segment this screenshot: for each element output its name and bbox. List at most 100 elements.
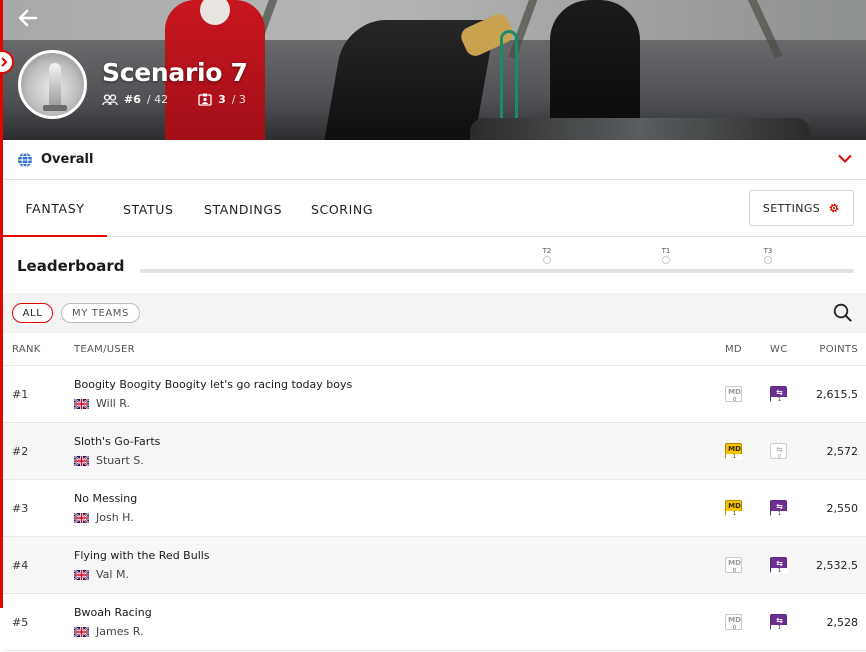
leaderboard-header: Leaderboard T2 T1 T3: [3, 237, 866, 293]
league-rank-group: #6 / 42: [102, 93, 168, 106]
chip-label: MD: [728, 388, 741, 396]
globe-icon: [18, 152, 32, 167]
uk-flag-icon: [74, 398, 89, 409]
tab-standings[interactable]: STANDINGS: [204, 181, 282, 237]
overall-label: Overall: [41, 152, 94, 167]
chip-count: 0: [777, 454, 782, 460]
back-arrow-icon[interactable]: [18, 9, 38, 31]
uk-flag-icon: [74, 512, 89, 523]
row-user: Will R.: [74, 397, 130, 410]
column-points: POINTS: [819, 344, 858, 355]
row-team-name[interactable]: No Messing: [74, 492, 137, 505]
table-row[interactable]: #4 Flying with the Red Bulls Val M. MD 0…: [3, 537, 866, 594]
row-user-name: Val M.: [96, 568, 129, 581]
wildcard-chip-icon: ⇆ 0: [770, 443, 787, 460]
tab-status[interactable]: STATUS: [123, 181, 174, 237]
chip-label: ⇆: [776, 501, 783, 511]
row-team-name[interactable]: Boogity Boogity Boogity let's go racing …: [74, 378, 352, 391]
league-rank: #6: [124, 93, 141, 106]
search-icon[interactable]: [833, 303, 852, 322]
row-team-name[interactable]: Bwoah Racing: [74, 606, 152, 619]
row-rank: #4: [12, 559, 29, 572]
tab-scoring[interactable]: SCORING: [311, 181, 373, 237]
users-icon: [102, 93, 118, 105]
league-title: Scenario 7: [102, 58, 248, 87]
row-user: Stuart S.: [74, 454, 144, 467]
uk-flag-icon: [74, 569, 89, 580]
team-badge-icon: [198, 93, 212, 106]
wildcard-chip-icon: ⇆ 1: [770, 500, 788, 517]
chip-label: ⇆: [776, 615, 783, 625]
megadriver-chip-icon: MD 0: [725, 557, 742, 574]
row-points: 2,550: [826, 502, 859, 515]
uk-flag-icon: [74, 626, 89, 637]
accent-edge-bar: [0, 0, 3, 608]
column-team-user: TEAM/USER: [74, 344, 135, 355]
teams-used: 3: [218, 93, 226, 106]
wildcard-chip-icon: ⇆ 1: [770, 386, 788, 403]
row-rank: #1: [12, 388, 29, 401]
table-row[interactable]: #1 Boogity Boogity Boogity let's go raci…: [3, 366, 866, 423]
timeline-marker-t2: T2: [537, 247, 557, 264]
leaderboard-filters: ALL MY TEAMS: [3, 293, 866, 333]
chip-count: 1: [771, 568, 788, 574]
chip-label: ⇆: [776, 558, 783, 568]
row-user-name: James R.: [96, 625, 144, 638]
row-points: 2,572: [826, 445, 859, 458]
wildcard-chip-icon: ⇆ 1: [770, 557, 788, 574]
filter-all-pill[interactable]: ALL: [12, 303, 53, 323]
chip-count: 0: [732, 397, 737, 403]
chip-label: ⇆: [776, 444, 783, 454]
row-team-name[interactable]: Sloth's Go-Farts: [74, 435, 160, 448]
chip-label: MD: [728, 502, 741, 510]
row-user-name: Josh H.: [96, 511, 134, 524]
timeline-marker-t1: T1: [656, 247, 676, 264]
chip-label: MD: [728, 559, 741, 567]
chip-count: 1: [771, 625, 788, 631]
table-row[interactable]: #3 No Messing Josh H. MD 1 ⇆ 1 2,550: [3, 480, 866, 537]
row-points: 2,615.5: [816, 388, 858, 401]
column-md: MD: [725, 344, 742, 355]
row-team-name[interactable]: Flying with the Red Bulls: [74, 549, 210, 562]
row-rank: #3: [12, 502, 29, 515]
megadriver-chip-icon: MD 0: [725, 386, 742, 403]
leaderboard-title: Leaderboard: [17, 257, 125, 275]
row-rank: #2: [12, 445, 29, 458]
wildcard-chip-icon: ⇆ 1: [770, 614, 788, 631]
league-trophy-avatar: [18, 50, 87, 119]
chip-count: 1: [771, 397, 788, 403]
chip-count: 0: [732, 568, 737, 574]
chip-count: 1: [771, 511, 788, 517]
row-user: James R.: [74, 625, 143, 638]
chip-label: ⇆: [776, 387, 783, 397]
timeline-marker-t3: T3: [758, 247, 778, 264]
row-points: 2,528: [826, 616, 859, 629]
chevron-right-icon: [1, 57, 8, 67]
megadriver-chip-icon: MD 1: [725, 443, 743, 460]
league-total-teams: / 42: [146, 93, 169, 106]
chip-count: 1: [726, 511, 743, 517]
row-rank: #5: [12, 616, 29, 629]
gear-icon: [829, 203, 839, 213]
row-user-name: Will R.: [96, 397, 131, 410]
filter-my-teams-pill[interactable]: MY TEAMS: [61, 303, 140, 323]
marker-label: T2: [542, 247, 552, 255]
table-row[interactable]: #5 Bwoah Racing James R. MD 0 ⇆ 1 2,528: [3, 594, 866, 651]
uk-flag-icon: [74, 455, 89, 466]
settings-label: SETTINGS: [762, 201, 821, 215]
leaderboard-table-header: RANK TEAM/USER MD WC POINTS: [3, 333, 866, 366]
column-wc: WC: [770, 344, 788, 355]
chip-count: 0: [732, 625, 737, 631]
overall-selector[interactable]: Overall: [3, 140, 866, 180]
row-points: 2,532.5: [816, 559, 858, 572]
settings-button[interactable]: SETTINGS: [749, 190, 854, 226]
chip-label: MD: [728, 445, 741, 453]
column-rank: RANK: [12, 344, 41, 355]
tab-fantasy[interactable]: FANTASY: [3, 181, 107, 237]
marker-label: T1: [661, 247, 671, 255]
row-user: Val M.: [74, 568, 129, 581]
table-row[interactable]: #2 Sloth's Go-Farts Stuart S. MD 1 ⇆ 0 2…: [3, 423, 866, 480]
teams-max: / 3: [231, 93, 246, 106]
chip-count: 1: [726, 454, 743, 460]
chevron-down-icon[interactable]: [838, 154, 852, 163]
